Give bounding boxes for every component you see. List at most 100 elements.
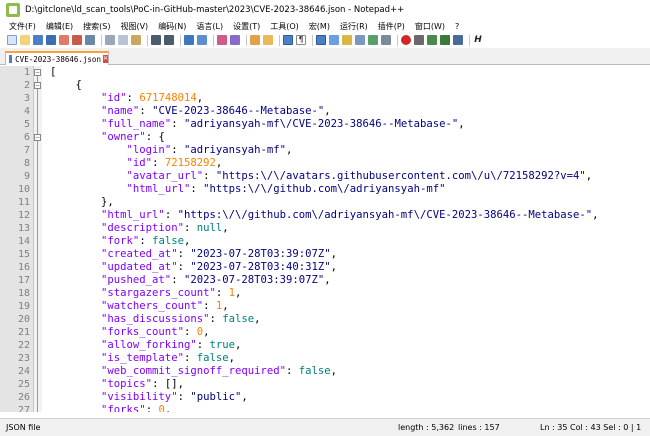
- fold-toggle-icon[interactable]: −: [34, 82, 41, 89]
- line-number: 25: [17, 379, 30, 390]
- line-content: "fork": false,: [101, 235, 191, 247]
- menu-item[interactable]: 工具(O): [270, 21, 299, 32]
- tab-close-icon[interactable]: ✕: [102, 55, 108, 63]
- monitoring-icon[interactable]: [381, 35, 391, 45]
- menu-item[interactable]: 编辑(E): [46, 21, 73, 32]
- code-line[interactable]: 21 "forks_count": 0,: [18, 326, 650, 339]
- menu-item[interactable]: 视图(V): [120, 21, 148, 32]
- save-icon[interactable]: [33, 35, 43, 45]
- zoom-out-icon[interactable]: [230, 35, 240, 45]
- menu-item[interactable]: 运行(R): [340, 21, 368, 32]
- editor-area[interactable]: − − − 1[2 {3 "id": 671748014, 4 "name": "…: [0, 66, 650, 414]
- menu-item[interactable]: 语言(L): [196, 21, 223, 32]
- line-number: 15: [17, 249, 30, 260]
- doc-map-icon[interactable]: [342, 35, 352, 45]
- code-line[interactable]: 23 "is_template": false,: [18, 352, 650, 365]
- replace-icon[interactable]: [197, 35, 207, 45]
- toolbar-separator: [469, 34, 470, 46]
- menu-item[interactable]: 设置(T): [233, 21, 260, 32]
- menu-item[interactable]: 宏(M): [309, 21, 330, 32]
- line-number: 20: [17, 314, 30, 325]
- menu-item[interactable]: 文件(F): [9, 21, 36, 32]
- menu-item[interactable]: 窗口(W): [415, 21, 445, 32]
- code-line[interactable]: 4 "name": "CVE-2023-38646--Metabase-",: [24, 105, 650, 118]
- line-number: 16: [17, 262, 30, 273]
- code-line[interactable]: 15 "created_at": "2023-07-28T03:39:07Z",: [18, 248, 650, 261]
- code-text[interactable]: 1[2 {3 "id": 671748014, 4 "name": "CVE-20…: [18, 66, 650, 414]
- cut-icon[interactable]: [105, 35, 115, 45]
- code-line[interactable]: 8 "id": 72158292,: [24, 157, 650, 170]
- line-number: 22: [17, 340, 30, 351]
- undo-icon[interactable]: [151, 35, 161, 45]
- code-line[interactable]: 26 "visibility": "public",: [18, 391, 650, 404]
- code-line[interactable]: 3 "id": 671748014,: [24, 92, 650, 105]
- line-number: 18: [17, 288, 30, 299]
- line-content: "web_commit_signoff_required": false,: [101, 365, 338, 377]
- stop-macro-icon[interactable]: [414, 35, 424, 45]
- line-number: 7: [23, 145, 30, 156]
- fold-toggle-icon[interactable]: −: [34, 69, 41, 76]
- toolbar: ¶ H: [0, 33, 650, 47]
- code-line[interactable]: 19 "watchers_count": 1,: [18, 300, 650, 313]
- zoom-in-icon[interactable]: [217, 35, 227, 45]
- folder-workspace-icon[interactable]: [368, 35, 378, 45]
- play-macro-icon[interactable]: [427, 35, 437, 45]
- line-content: "watchers_count": 1,: [101, 300, 229, 312]
- word-wrap-icon[interactable]: [283, 35, 293, 45]
- code-line[interactable]: 16 "updated_at": "2023-07-28T03:40:31Z",: [18, 261, 650, 274]
- menu-item[interactable]: 搜索(S): [83, 21, 110, 32]
- code-line[interactable]: 12 "html_url": "https:\/\/github.com\/ad…: [18, 209, 650, 222]
- indent-guide-icon[interactable]: [316, 35, 326, 45]
- fold-margin[interactable]: − − −: [34, 66, 42, 414]
- close-icon[interactable]: [59, 35, 69, 45]
- print-icon[interactable]: [85, 35, 95, 45]
- copy-icon[interactable]: [118, 35, 128, 45]
- menu-item[interactable]: 插件(P): [378, 21, 405, 32]
- play-macro-multiple-icon[interactable]: [440, 35, 450, 45]
- line-content: {: [75, 79, 82, 91]
- line-number: 4: [23, 106, 30, 117]
- code-line[interactable]: 18 "stargazers_count": 1,: [18, 287, 650, 300]
- new-file-icon[interactable]: [7, 35, 17, 45]
- save-macro-icon[interactable]: [453, 35, 463, 45]
- line-content: "full_name": "adriyansyah-mf\/CVE-2023-3…: [101, 118, 465, 130]
- tab-cve-json[interactable]: CVE-2023-38646.json ✕: [5, 51, 109, 65]
- code-line[interactable]: 25 "topics": [],: [18, 378, 650, 391]
- find-icon[interactable]: [184, 35, 194, 45]
- code-line[interactable]: 11 },: [18, 196, 650, 209]
- toolbar-separator: [397, 34, 398, 46]
- sync-scroll-icon[interactable]: [250, 35, 260, 45]
- code-line[interactable]: 9 "avatar_url": "https:\/\/avatars.githu…: [24, 170, 650, 183]
- code-line[interactable]: 13 "description": null,: [18, 222, 650, 235]
- code-line[interactable]: 17 "pushed_at": "2023-07-28T03:39:07Z",: [18, 274, 650, 287]
- code-line[interactable]: 10 "html_url": "https:\/\/github.com\/ad…: [18, 183, 650, 196]
- function-list-icon[interactable]: [355, 35, 365, 45]
- save-all-icon[interactable]: [46, 35, 56, 45]
- code-line[interactable]: 7 "login": "adriyansyah-mf",: [24, 144, 650, 157]
- show-all-chars-icon[interactable]: ¶: [296, 35, 306, 45]
- code-line[interactable]: 1[: [24, 66, 650, 79]
- line-content: "is_template": false,: [101, 352, 235, 364]
- language-icon[interactable]: [329, 35, 339, 45]
- plugin-h-icon[interactable]: H: [473, 35, 483, 45]
- line-content: "html_url": "https:\/\/github.com\/adriy…: [101, 209, 599, 221]
- record-macro-icon[interactable]: [401, 35, 411, 45]
- code-line[interactable]: 20 "has_discussions": false,: [18, 313, 650, 326]
- line-content: "stargazers_count": 1,: [101, 287, 242, 299]
- open-file-icon[interactable]: [20, 35, 30, 45]
- code-line[interactable]: 5 "full_name": "adriyansyah-mf\/CVE-2023…: [24, 118, 650, 131]
- sync-horizontal-icon[interactable]: [263, 35, 273, 45]
- code-line[interactable]: 24 "web_commit_signoff_required": false,: [18, 365, 650, 378]
- code-line[interactable]: 14 "fork": false,: [18, 235, 650, 248]
- tab-label: CVE-2023-38646.json: [15, 54, 101, 64]
- close-all-icon[interactable]: [72, 35, 82, 45]
- code-line[interactable]: 2 {: [24, 79, 650, 92]
- redo-icon[interactable]: [164, 35, 174, 45]
- menu-item[interactable]: ?: [455, 22, 459, 31]
- code-line[interactable]: 6 "owner": {: [24, 131, 650, 144]
- line-content: "updated_at": "2023-07-28T03:40:31Z",: [101, 261, 338, 273]
- fold-toggle-icon[interactable]: −: [34, 134, 41, 141]
- paste-icon[interactable]: [131, 35, 141, 45]
- code-line[interactable]: 22 "allow_forking": true,: [18, 339, 650, 352]
- menu-item[interactable]: 编码(N): [158, 21, 186, 32]
